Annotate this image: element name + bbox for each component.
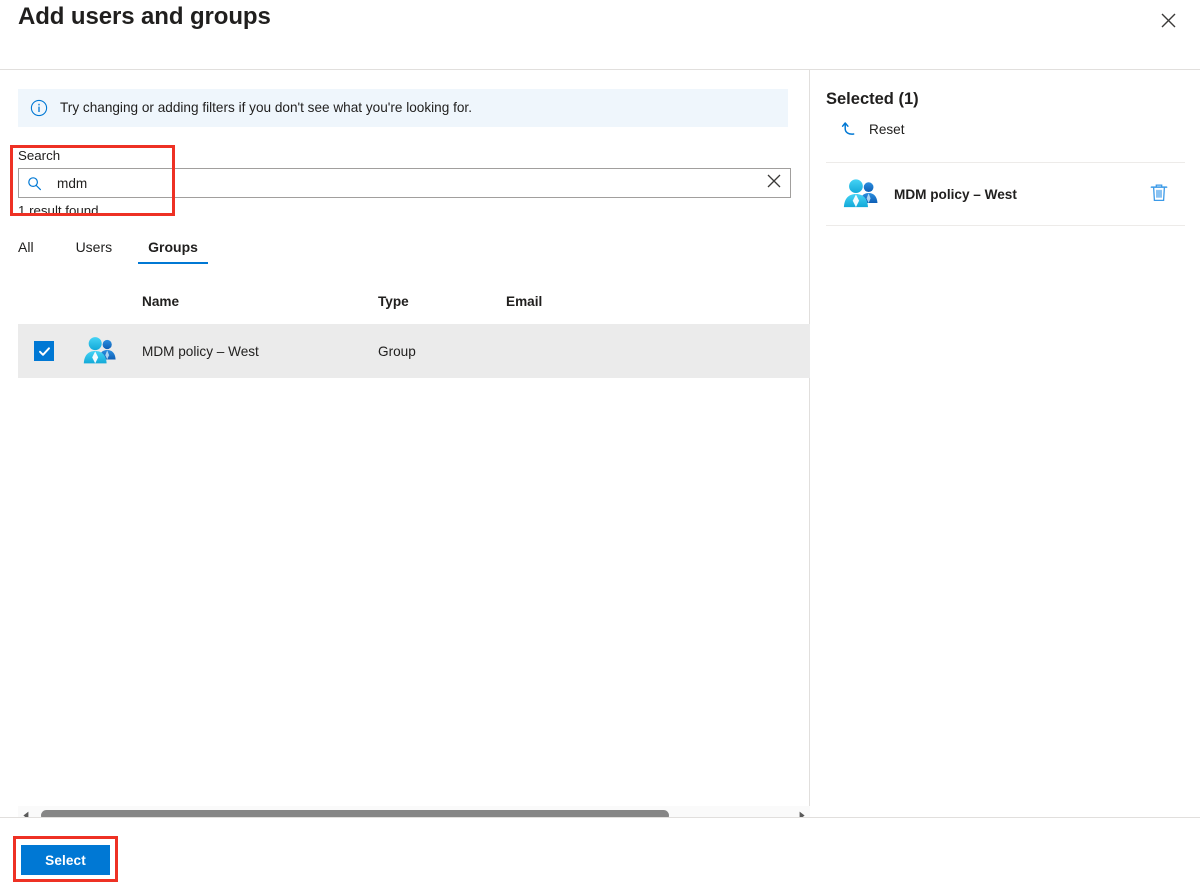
selected-items-list: MDM policy – West [826,162,1185,226]
dialog-header: Add users and groups [0,0,1200,70]
page-title: Add users and groups [18,3,271,30]
selected-panel: Selected (1) Reset MDM policy – West [811,70,1200,816]
row-name: MDM policy – West [142,343,259,359]
remove-selected-button[interactable] [1147,182,1171,206]
dialog-footer: Select [0,817,1200,884]
group-people-icon [842,175,880,213]
search-icon [19,169,49,197]
undo-arrow-icon [841,120,859,138]
table-row[interactable]: MDM policy – West Group [18,324,810,378]
group-people-icon [82,333,118,369]
info-circle-icon [30,99,48,117]
search-block: Search 1 result found [18,148,791,219]
search-input-wrapper[interactable] [18,168,791,198]
column-header-name: Name [142,294,180,309]
filter-tabs: All Users Groups [18,230,224,264]
tab-groups[interactable]: Groups [138,238,208,264]
row-checkbox[interactable] [34,341,54,361]
selected-item-name: MDM policy – West [894,186,1017,202]
trash-icon [1150,183,1168,205]
select-button[interactable]: Select [21,845,110,875]
tab-all[interactable]: All [18,238,44,264]
clear-search-button[interactable] [758,169,790,197]
checkbox-checked-icon [34,341,54,361]
selected-panel-title: Selected (1) [826,90,919,108]
reset-label: Reset [869,121,905,137]
close-icon [1161,13,1176,28]
column-header-email: Email [506,294,543,309]
reset-button[interactable]: Reset [841,120,905,138]
column-header-type: Type [378,294,409,309]
search-label: Search [18,148,61,163]
close-button[interactable] [1152,4,1184,36]
search-input[interactable] [49,170,758,196]
info-message-text: Try changing or adding filters if you do… [60,100,472,116]
list-item[interactable]: MDM policy – West [826,162,1185,226]
row-type: Group [378,343,416,359]
result-count-text: 1 result found [18,203,99,218]
browse-panel: Try changing or adding filters if you do… [0,70,810,824]
table-header: Name Type Email [18,290,810,320]
table-body: MDM policy – West Group [18,324,810,378]
info-message-bar: Try changing or adding filters if you do… [18,89,788,127]
tab-users[interactable]: Users [66,238,123,264]
add-users-and-groups-dialog: Add users and groups Try changing or add… [0,0,1200,884]
clear-icon [767,174,781,193]
